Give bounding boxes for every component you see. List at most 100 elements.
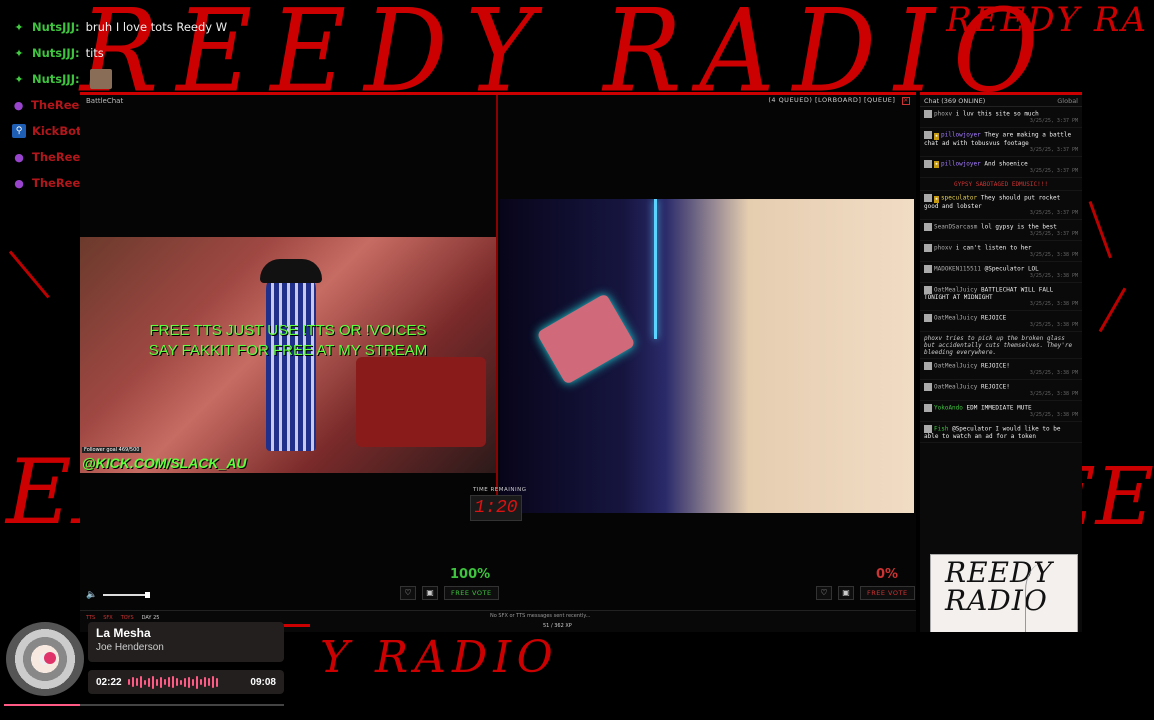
chat-action-message: phoxv tries to pick up the broken glass … (920, 332, 1082, 359)
light-glow (654, 199, 657, 339)
chat-username[interactable]: OatMealJuicy (934, 286, 977, 293)
chat-panel: Chat (369 ONLINE) Global phoxv i luv thi… (920, 92, 1082, 632)
window-tabs[interactable]: (4 QUEUED) [LORBOARD] [QUEUE] ✕ (768, 96, 910, 105)
chat-username[interactable]: Fish (934, 425, 948, 432)
right-vote-percent: 0% (876, 567, 899, 582)
right-video[interactable] (500, 199, 914, 513)
chat-message: OatMealJuicy REJOICE! 3/25/25, 3:38 PM (920, 359, 1082, 380)
chat-header: Chat (369 ONLINE) Global (920, 95, 1082, 107)
chat-message: phoxv i luv this site so much 3/25/25, 3:… (920, 107, 1082, 128)
overlay-chat-username[interactable]: KickBot: (32, 124, 86, 138)
scribble-line (1098, 287, 1127, 333)
chat-message: phoxv i can't listen to her 3/25/25, 3:38… (920, 241, 1082, 262)
chat-scope-select[interactable]: Global (1057, 97, 1078, 105)
overlay-chat-username[interactable]: NutsJJJ: (32, 46, 80, 60)
chat-messages: phoxv i luv this site so much 3/25/25, 3:… (920, 107, 1082, 443)
sofa (356, 357, 486, 447)
avatar[interactable] (924, 243, 932, 252)
tab-sfx[interactable]: SFX (103, 615, 112, 621)
volume-control[interactable]: 🔈 (86, 590, 151, 600)
avatar[interactable] (924, 361, 932, 370)
right-vote-controls: ♡ ▣ FREE VOTE (816, 586, 915, 600)
chat-timestamp: 3/25/25, 3:37 PM (1029, 118, 1078, 124)
waveform-bar (151, 675, 154, 689)
avatar[interactable] (924, 194, 932, 202)
chat-username[interactable]: OatMealJuicy (934, 362, 977, 369)
chat-username[interactable]: phoxv (934, 244, 952, 251)
chat-username[interactable]: SeanDSarcasm (934, 223, 977, 230)
heart-icon[interactable]: ♡ (400, 586, 416, 600)
chat-message: YokoAndo EDM IMMEDIATE MUTE 3/25/25, 3:38… (920, 401, 1082, 422)
follower-goal: Follower goal 469/500 (82, 447, 142, 453)
avatar[interactable] (924, 403, 932, 412)
volume-slider[interactable] (103, 592, 151, 598)
chat-message: Fish @Speculator I would like to be able… (920, 422, 1082, 443)
chat-timestamp: 3/25/25, 3:37 PM (1029, 146, 1078, 153)
chat-text: REJOICE (980, 314, 1007, 321)
chat-text: REJOICE! (980, 362, 1010, 369)
chat-username[interactable]: MADOKEN115511 (934, 265, 981, 272)
rank-badge-icon: ★ (934, 132, 940, 140)
avatar[interactable] (924, 131, 932, 139)
avatar[interactable] (924, 424, 932, 433)
speaker-icon[interactable]: 🔈 (86, 590, 97, 600)
hat (260, 259, 322, 283)
lock-icon[interactable]: ▣ (838, 586, 854, 600)
chat-system-message: GYPSY SABOTAGED EDMUSIC!!! (920, 178, 1082, 191)
waveform-bar (175, 678, 178, 686)
sparkle-badge-icon: ✦ (14, 20, 24, 34)
tab-toys[interactable]: TOYS (121, 615, 134, 621)
avatar[interactable] (924, 313, 932, 322)
track-duration: 09:08 (250, 676, 276, 688)
emote-image (89, 69, 112, 89)
left-video[interactable]: FREE TTS JUST USE !TTS OR !VOICES SAY FA… (80, 237, 496, 473)
avatar[interactable] (924, 382, 932, 391)
sparkle-badge-icon: ✦ (14, 46, 24, 60)
waveform-bar (203, 677, 206, 687)
tab-tts[interactable]: TTS (86, 615, 95, 621)
chat-text: And shoenice (984, 160, 1028, 167)
chat-username[interactable]: speculator (941, 195, 977, 202)
chat-username[interactable]: pillowjoyer (941, 160, 981, 167)
waveform-bar (179, 679, 182, 685)
avatar[interactable] (924, 110, 932, 118)
chat-username[interactable]: YokoAndo (934, 404, 963, 411)
chat-username[interactable]: OatMealJuicy (934, 383, 977, 390)
overlay-chat-message: tits (85, 46, 104, 60)
chat-message: ★ pillowjoyer And shoenice 3/25/25, 3:37 P… (920, 157, 1082, 178)
scribble-line (8, 250, 50, 299)
overlay-chat-line: ✦ NutsJJJ: bruh I love tots Reedy W (0, 14, 470, 40)
volume-knob[interactable] (145, 592, 151, 598)
track-time: 02:22 09:08 (88, 670, 284, 694)
chat-text: EDM IMMEDIATE MUTE (966, 404, 1032, 411)
overlay-chat-username[interactable]: NutsJJJ: (32, 72, 80, 86)
waveform-bar (187, 676, 190, 688)
left-vote-percent: 100% (450, 567, 491, 582)
chat-username[interactable]: phoxv (934, 111, 952, 118)
avatar[interactable] (924, 264, 932, 273)
heart-icon[interactable]: ♡ (816, 586, 832, 600)
avatar[interactable] (924, 285, 932, 294)
waveform-bar (127, 679, 130, 685)
track-info: La Mesha Joe Henderson (88, 622, 284, 662)
mic-badge-icon: ● (14, 176, 24, 190)
chat-timestamp: 3/25/25, 3:38 PM (1029, 300, 1078, 307)
overlay-chat-username[interactable]: NutsJJJ: (32, 20, 80, 34)
free-vote-button-right[interactable]: FREE VOTE (860, 586, 915, 600)
chat-text: @Speculator LOL (984, 265, 1039, 272)
chat-timestamp: 3/25/25, 3:38 PM (1029, 321, 1078, 328)
chat-timestamp: 3/25/25, 3:38 PM (1029, 411, 1078, 418)
bot-badge-icon: ⚲ (12, 124, 26, 138)
window-tabs-label[interactable]: (4 QUEUED) [LORBOARD] [QUEUE] (768, 96, 895, 104)
waveform-bar (167, 677, 170, 687)
chat-username[interactable]: OatMealJuicy (934, 314, 977, 321)
free-vote-button-left[interactable]: FREE VOTE (444, 586, 499, 600)
chat-username[interactable]: pillowjoyer (941, 132, 981, 139)
avatar[interactable] (924, 222, 932, 231)
mic-badge-icon: ● (13, 98, 24, 112)
avatar[interactable] (924, 159, 932, 168)
close-icon[interactable]: ✕ (902, 97, 910, 105)
recent-messages-status: No SFX or TTS messages sent recently... (490, 613, 591, 619)
waveform-bar (155, 678, 158, 686)
lock-icon[interactable]: ▣ (422, 586, 438, 600)
